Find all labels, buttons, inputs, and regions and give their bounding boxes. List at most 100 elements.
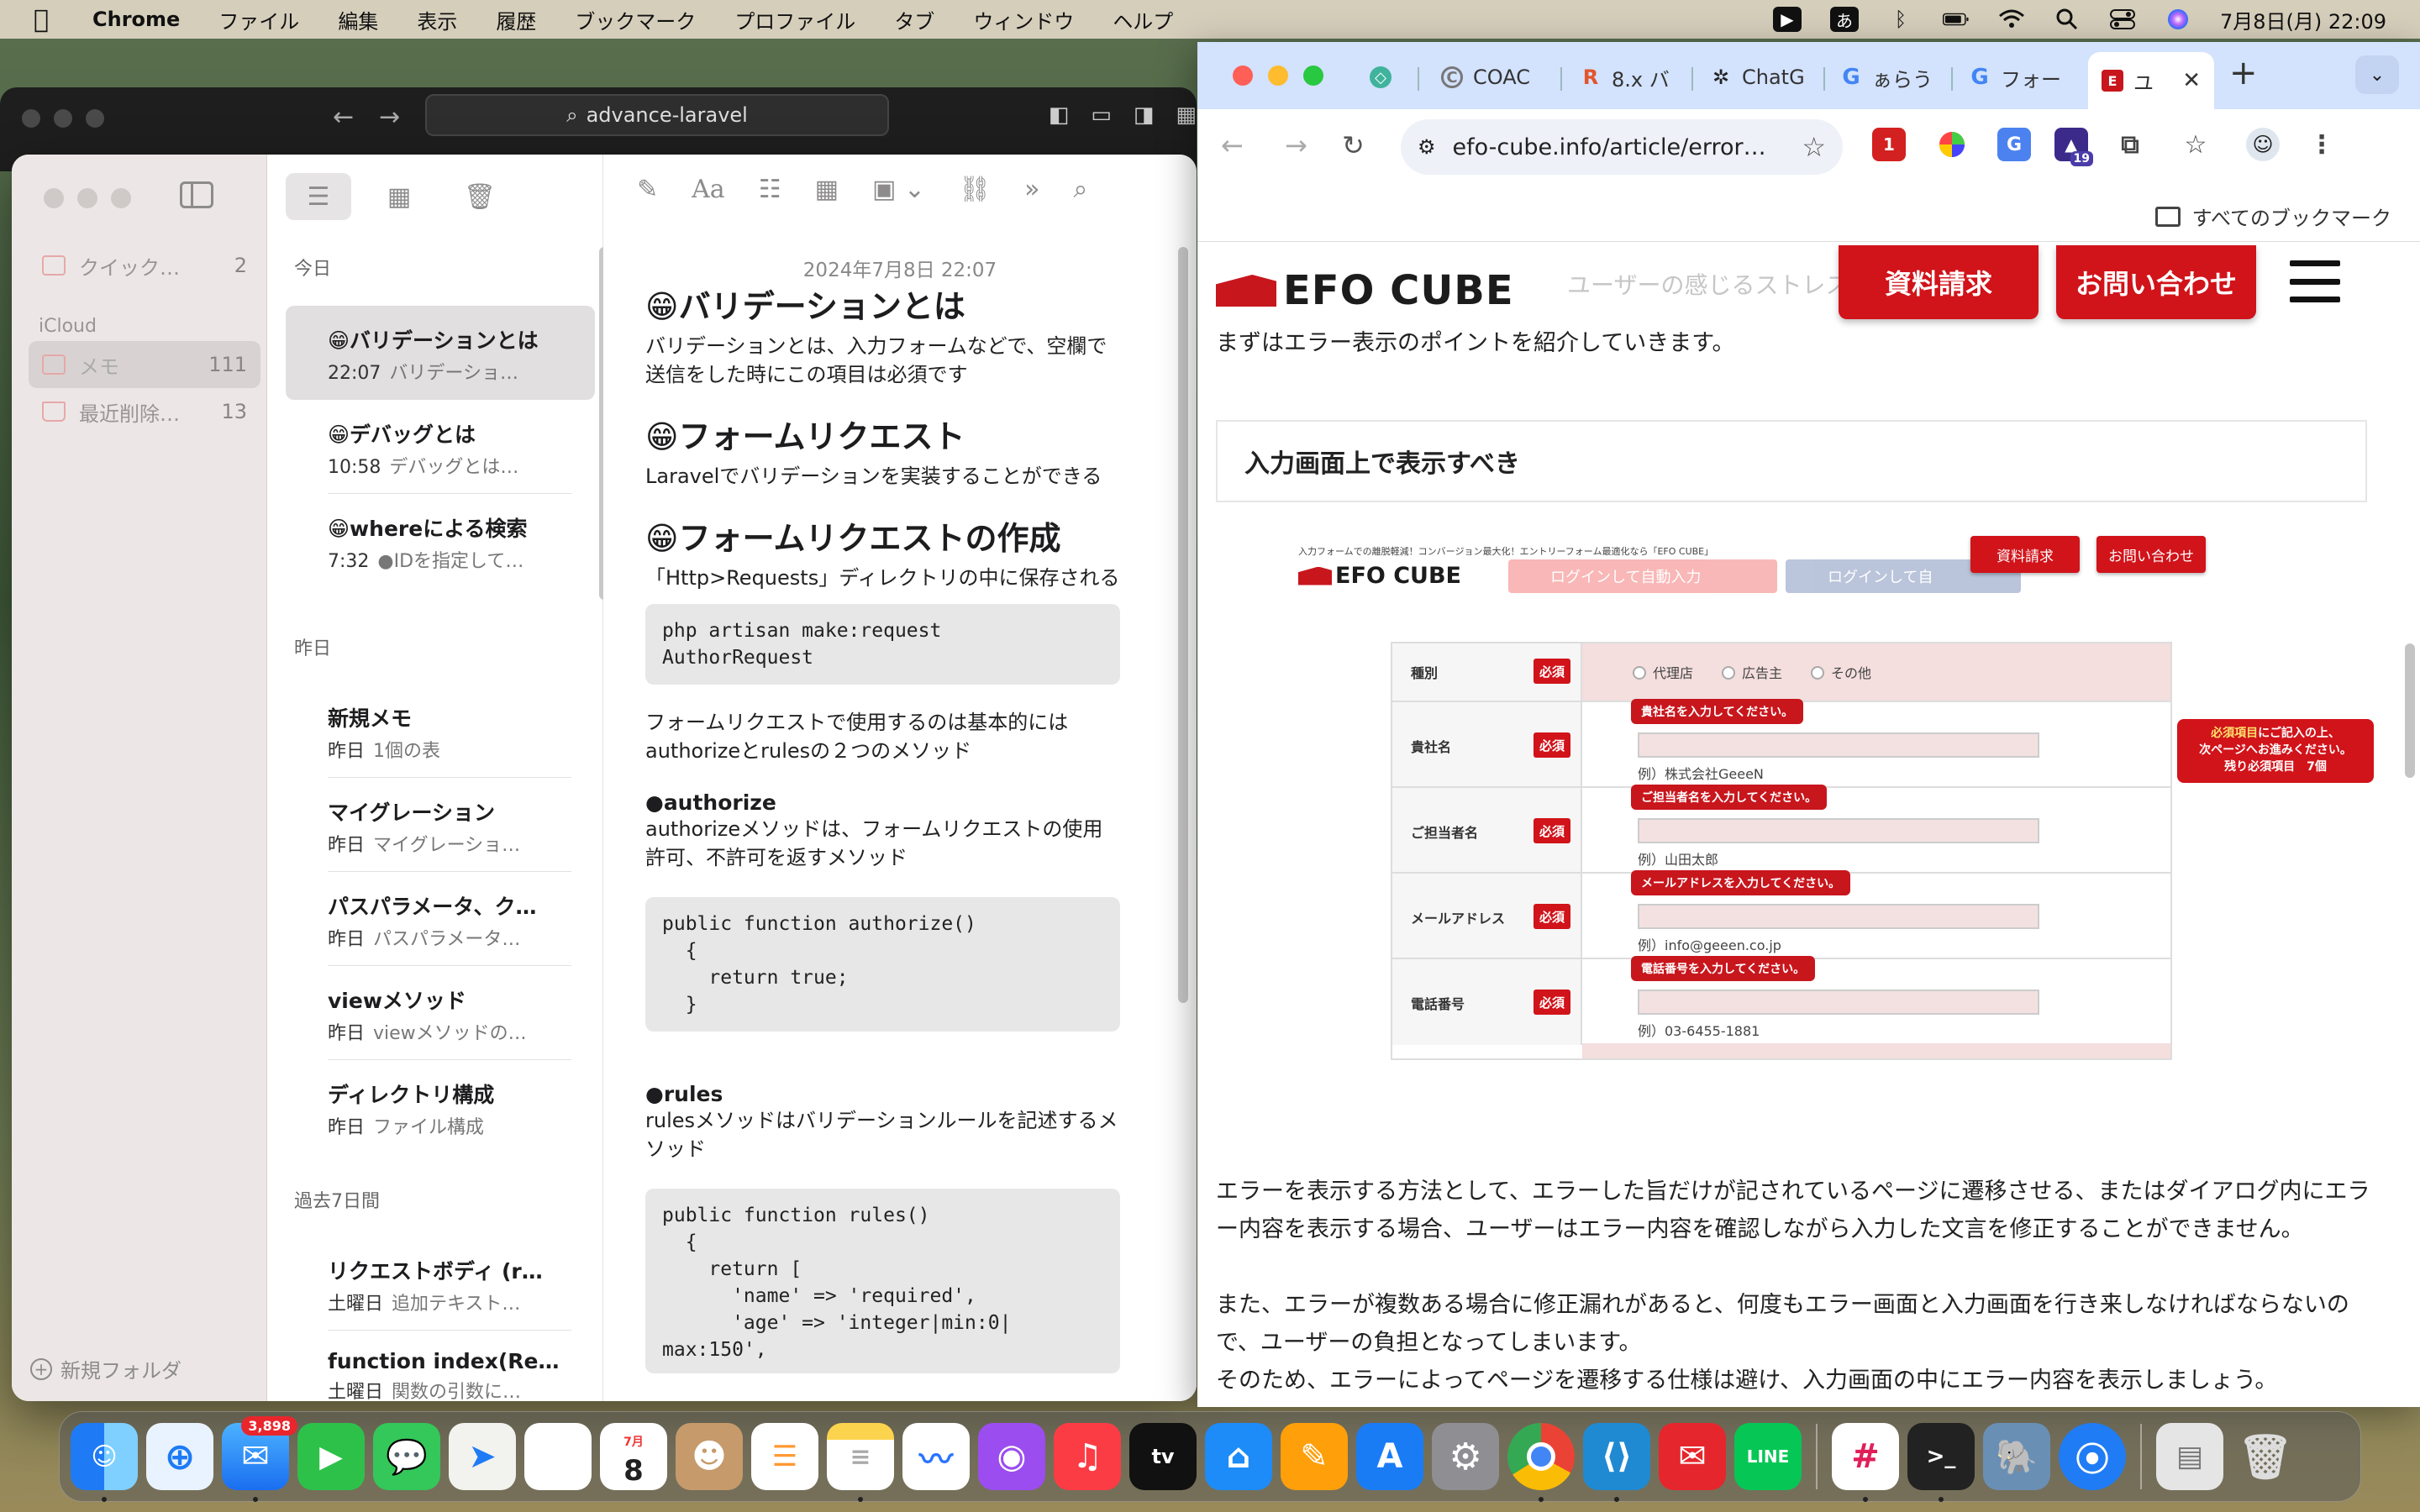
dock-notes-icon[interactable]: ≡ — [827, 1423, 894, 1502]
dock-slack-icon[interactable]: # — [1832, 1423, 1899, 1502]
more-menu-icon[interactable]: ⋮ — [2305, 128, 2338, 161]
tab-close-icon[interactable]: ✕ — [2182, 68, 2201, 93]
new-tab-plus-icon[interactable]: + — [2229, 54, 2258, 92]
list-item[interactable]: 😁バリデーションとは 22:07 バリデーショ… — [286, 306, 595, 400]
siri-icon[interactable] — [2165, 8, 2191, 31]
sidebar-toggle-icon[interactable] — [180, 181, 213, 208]
media-play-icon[interactable]: ▶ — [1772, 7, 1802, 32]
control-center-icon[interactable] — [2109, 8, 2136, 31]
search-icon[interactable]: ⌕ — [1073, 175, 1087, 204]
site-info-icon[interactable]: ⚙ — [1418, 135, 1436, 159]
address-bar[interactable]: ⌕ advance-laravel — [425, 94, 889, 136]
request-documents-button[interactable]: 資料請求 — [1839, 245, 2039, 319]
dock-terminal-icon[interactable]: >_ — [1907, 1423, 1975, 1502]
table-icon[interactable]: ▦ — [815, 175, 839, 204]
extension-color-picker-icon[interactable] — [1935, 128, 1969, 161]
forward-arrow-icon[interactable]: → — [1285, 129, 1307, 161]
compose-icon[interactable]: ✎ — [637, 175, 658, 204]
wifi-icon[interactable] — [1998, 8, 2025, 31]
bookmark-star-icon[interactable]: ☆ — [1802, 131, 1826, 163]
dock-pages-icon[interactable]: ✎ — [1281, 1423, 1348, 1490]
tab-search-chevron-icon[interactable]: ⌄ — [2355, 55, 2399, 94]
checklist-icon[interactable]: ☷ — [759, 175, 781, 204]
window-minimize-button[interactable] — [77, 188, 97, 208]
new-folder-button[interactable]: + 新規フォルダ — [30, 1354, 182, 1383]
input-method-indicator[interactable]: あ — [1829, 7, 1859, 32]
extension-1password-icon[interactable]: 1 — [1872, 128, 1906, 161]
menu-view[interactable]: 表示 — [417, 5, 457, 34]
profile-avatar[interactable]: ☺ — [2246, 128, 2280, 161]
list-item[interactable]: viewメソッド 昨日 viewメソッドの… — [286, 966, 595, 1060]
dock-safari-icon[interactable]: ⊕ — [146, 1423, 213, 1490]
note-editor[interactable]: ✎ Aa ☷ ▦ ▣ ⌄ ⛓ » ⌕ 2024年7月8日 22:07 😁バリデー… — [603, 155, 1197, 1401]
list-item[interactable]: 😁デバッグとは 10:58 デバッグとは… — [286, 400, 595, 494]
dock-downloads-stack-icon[interactable]: ▤ — [2156, 1423, 2223, 1490]
list-item[interactable]: ディレクトリ構成 昨日 ファイル構成 — [286, 1060, 595, 1154]
window-close-button[interactable] — [44, 188, 64, 208]
dock-tableplus-icon[interactable]: 🐘 — [1983, 1423, 2050, 1490]
sidebar-item-recently-deleted[interactable]: 最近削除… 13 — [29, 388, 260, 435]
menu-bookmarks[interactable]: ブックマーク — [575, 5, 696, 34]
all-bookmarks-button[interactable]: すべてのブックマーク — [2154, 202, 2391, 231]
dock-podcasts-icon[interactable]: ◉ — [978, 1423, 1045, 1490]
window-zoom-button[interactable] — [86, 109, 104, 128]
list-item[interactable]: function index(Re… 土曜日 関数の引数に… — [286, 1331, 595, 1401]
list-item[interactable]: パスパラメータ、ク… 昨日 パスパラメータ… — [286, 872, 595, 966]
format-text-icon[interactable]: Aa — [692, 175, 725, 204]
dock-contacts-icon[interactable]: ☻ — [676, 1423, 743, 1490]
layout-icon[interactable]: ▭ — [1091, 102, 1112, 128]
tab-google-1[interactable]: G ぁらう — [1840, 57, 1945, 97]
reload-icon[interactable]: ↻ — [1342, 129, 1365, 161]
dock-calendar-icon[interactable]: 7月 8 — [600, 1423, 667, 1490]
menu-app-chrome[interactable]: Chrome — [92, 8, 180, 31]
contact-button[interactable]: お問い合わせ — [2056, 245, 2256, 319]
spotlight-search-icon[interactable] — [2054, 8, 2081, 31]
link-icon[interactable]: ⛓ — [959, 175, 991, 204]
window-minimize-button[interactable] — [1268, 66, 1288, 86]
menu-history[interactable]: 履歴 — [496, 5, 536, 34]
dock-trash-icon[interactable]: 🗑 — [2232, 1423, 2299, 1490]
menu-edit[interactable]: 編集 — [338, 5, 378, 34]
grid-icon[interactable]: ▦ — [1176, 102, 1197, 128]
menu-help[interactable]: ヘルプ — [1113, 5, 1173, 34]
more-chevron-icon[interactable]: » — [1024, 175, 1039, 204]
tab-1[interactable]: ◇ — [1370, 57, 1392, 97]
media-icon[interactable]: ▣ ⌄ — [872, 175, 925, 204]
apple-menu-icon[interactable]:  — [34, 5, 59, 34]
extensions-puzzle-icon[interactable]: ⧉ — [2113, 128, 2147, 161]
menu-profiles[interactable]: プロファイル — [734, 5, 855, 34]
window-minimize-button[interactable] — [54, 109, 72, 128]
list-item[interactable]: 新規メモ 昨日 1個の表 — [286, 684, 595, 778]
dock-mail-app-icon[interactable]: ✉ — [1659, 1423, 1726, 1490]
sidebar-item-quick-notes[interactable]: クイック… 2 — [29, 242, 260, 289]
dock-keynote-icon[interactable]: ⌂ — [1205, 1423, 1272, 1490]
battery-icon[interactable] — [1942, 8, 1970, 31]
dock-vscode-icon[interactable]: ⟨⟩ — [1583, 1423, 1650, 1502]
bluetooth-icon[interactable]: ᛒ — [1887, 8, 1914, 31]
tab-laravel-docs[interactable]: R 8.x バ — [1580, 57, 1685, 97]
dock-reminders-icon[interactable]: ☰ — [751, 1423, 818, 1490]
reading-list-icon[interactable]: ☆ — [2179, 128, 2212, 161]
extension-translate-icon[interactable]: G — [1997, 128, 2031, 161]
window-close-button[interactable] — [22, 109, 40, 128]
menubar-clock[interactable]: 7月8日(月) 22:09 — [2220, 5, 2386, 34]
menu-window[interactable]: ウィンドウ — [973, 5, 1074, 34]
dock-photos-icon[interactable]: ✿ — [524, 1423, 592, 1490]
list-item[interactable]: マイグレーション 昨日 マイグレーショ… — [286, 778, 595, 872]
extension-school-icon[interactable]: ▲ 19 — [2054, 128, 2093, 166]
dock-line-icon[interactable]: LINE — [1734, 1423, 1802, 1490]
dock-finder-icon[interactable]: ☺ — [71, 1423, 138, 1502]
back-arrow-icon[interactable]: ← — [333, 102, 354, 132]
window-zoom-button[interactable] — [111, 188, 131, 208]
efo-cube-logo[interactable]: EFO CUBE — [1216, 267, 1514, 314]
dock-chrome-icon[interactable] — [1507, 1423, 1575, 1502]
page-scrollbar[interactable] — [2405, 643, 2415, 778]
menu-file[interactable]: ファイル — [218, 5, 299, 34]
dock-facetime-icon[interactable]: ▶ — [297, 1423, 365, 1490]
gallery-view-icon[interactable]: ▦ — [366, 173, 432, 220]
delete-icon[interactable]: 🗑 — [447, 173, 513, 220]
dock-tv-icon[interactable]: tv — [1129, 1423, 1197, 1490]
tab-google-2[interactable]: G フォー — [1969, 57, 2074, 97]
dock-messages-icon[interactable]: 💬 — [373, 1423, 440, 1490]
list-item[interactable]: 😁whereによる検索 7:32 ●IDを指定して… — [286, 494, 595, 588]
